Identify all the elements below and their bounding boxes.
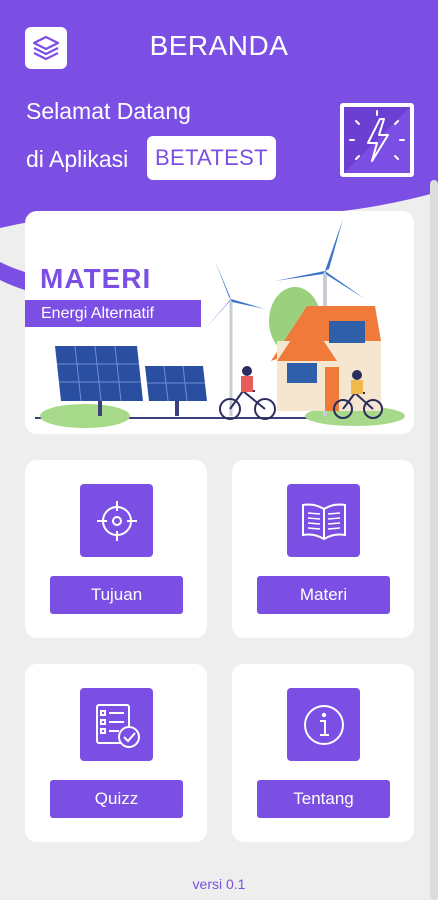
banner-title: MATERI	[40, 263, 152, 294]
card-icon-box	[287, 484, 360, 557]
tentang-button[interactable]: Tentang	[257, 780, 390, 818]
card-materi[interactable]: Materi	[232, 460, 414, 638]
target-icon	[96, 500, 137, 541]
lightning-bolt-icon	[344, 107, 410, 173]
quizz-button[interactable]: Quizz	[50, 780, 183, 818]
tujuan-button[interactable]: Tujuan	[50, 576, 183, 614]
card-tentang[interactable]: Tentang	[232, 664, 414, 842]
banner-subtitle: Energi Alternatif	[25, 300, 201, 327]
info-icon	[303, 704, 344, 745]
scroll-track	[430, 180, 438, 900]
card-quizz[interactable]: Quizz	[25, 664, 207, 842]
card-icon-box	[80, 688, 153, 761]
version-text: versi 0.1	[192, 876, 246, 892]
welcome-text: Selamat Datang	[26, 98, 191, 124]
materi-banner[interactable]: MATERI Energi Alternatif	[25, 211, 414, 434]
book-icon	[301, 503, 346, 540]
card-icon-box	[80, 484, 153, 557]
checklist-icon	[95, 703, 140, 748]
card-tujuan[interactable]: Tujuan	[25, 460, 207, 638]
page-title: BERANDA	[149, 30, 289, 61]
card-icon-box	[287, 688, 360, 761]
app-logo	[340, 103, 414, 177]
materi-button[interactable]: Materi	[257, 576, 390, 614]
app-name-badge: BETATEST	[147, 136, 276, 180]
welcome-text-app: di Aplikasi	[26, 146, 129, 172]
